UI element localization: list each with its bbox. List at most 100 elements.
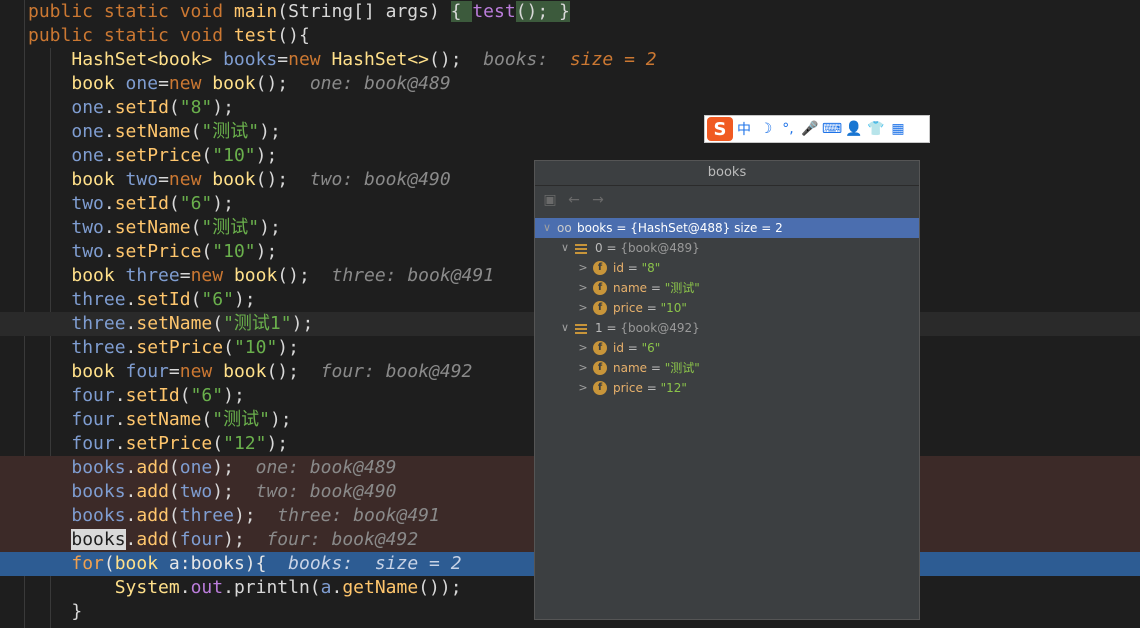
code-token: } bbox=[548, 1, 570, 22]
code-token: books bbox=[223, 49, 278, 70]
code-token: (); bbox=[515, 1, 549, 22]
code-token: new bbox=[168, 73, 213, 94]
expand-chevron-icon[interactable]: > bbox=[577, 258, 589, 278]
tree-node[interactable]: > f price = "10" bbox=[535, 298, 919, 318]
code-line[interactable]: public static void test(){ bbox=[0, 24, 1140, 48]
code-token: ){ bbox=[244, 553, 289, 574]
code-token: . bbox=[125, 505, 137, 526]
code-token: } bbox=[28, 601, 83, 622]
code-line[interactable]: HashSet<book> books=new HashSet<>(); boo… bbox=[0, 48, 1140, 72]
apps-icon[interactable]: ▦ bbox=[887, 117, 909, 141]
tree-node[interactable]: ∨ 1 = {book@492} bbox=[535, 318, 919, 338]
shirt-icon[interactable]: 👕 bbox=[865, 117, 887, 141]
code-token: ( bbox=[201, 145, 213, 166]
code-token: a bbox=[320, 577, 332, 598]
punctuation-icon[interactable]: °, bbox=[777, 117, 799, 141]
tree-node[interactable]: > f id = "6" bbox=[535, 338, 919, 358]
code-token: add bbox=[136, 481, 169, 502]
code-token: . bbox=[114, 385, 126, 406]
code-token: "12" bbox=[223, 433, 267, 454]
code-token: add bbox=[136, 505, 169, 526]
code-token: new bbox=[168, 169, 213, 190]
variable-value: "测试" bbox=[664, 281, 700, 295]
sogou-logo-icon[interactable]: S bbox=[707, 117, 733, 141]
code-token: test bbox=[233, 25, 278, 46]
ime-chinese-mode[interactable]: 中 bbox=[733, 117, 755, 141]
code-line[interactable]: one.setName("测试"); bbox=[0, 120, 1140, 144]
popup-toolbar: ▣ ← → bbox=[535, 186, 919, 214]
tree-node[interactable]: > f name = "测试" bbox=[535, 358, 919, 378]
tree-node[interactable]: ∨ oo books = {HashSet@488} size = 2 bbox=[535, 218, 919, 238]
code-token: ); bbox=[291, 313, 314, 334]
code-line[interactable]: public static void main(String[] args) {… bbox=[0, 0, 1140, 24]
equals-sign: = bbox=[647, 361, 665, 375]
code-token: HashSet<book> bbox=[71, 49, 224, 70]
code-token: . bbox=[331, 577, 343, 598]
variable-name: id bbox=[613, 341, 624, 355]
debug-variable-popup[interactable]: books ▣ ← → ∨ oo books = {HashSet@488} siz… bbox=[534, 160, 920, 620]
popup-title: books bbox=[535, 161, 919, 186]
moon-icon[interactable]: ☽ bbox=[755, 117, 777, 141]
user-icon[interactable]: 👤 bbox=[843, 117, 865, 141]
tree-node[interactable]: ∨ 0 = {book@489} bbox=[535, 238, 919, 258]
microphone-icon[interactable]: 🎤 bbox=[799, 117, 821, 141]
code-token: HashSet<> bbox=[331, 49, 430, 70]
code-token: . bbox=[103, 145, 115, 166]
expand-chevron-icon[interactable]: > bbox=[577, 378, 589, 398]
code-token: . bbox=[114, 409, 126, 430]
code-token: getName bbox=[342, 577, 419, 598]
code-token: "测试" bbox=[212, 409, 270, 430]
code-token: ); bbox=[259, 217, 281, 238]
expand-chevron-icon[interactable]: > bbox=[577, 338, 589, 358]
expand-chevron-icon[interactable]: > bbox=[577, 358, 589, 378]
variable-name: books bbox=[577, 221, 613, 235]
collapse-chevron-icon[interactable]: ∨ bbox=[541, 218, 553, 238]
code-token: static bbox=[103, 1, 180, 22]
code-token: ); bbox=[233, 289, 256, 310]
code-token: "测试" bbox=[201, 121, 260, 142]
inline-debug-value: four: book@492 bbox=[320, 361, 473, 382]
array-element-icon bbox=[575, 242, 587, 254]
code-token: "10" bbox=[212, 145, 256, 166]
pin-to-watches-icon[interactable]: ▣ bbox=[541, 191, 559, 209]
code-token: ); bbox=[255, 241, 278, 262]
tree-node[interactable]: > f name = "测试" bbox=[535, 278, 919, 298]
variable-value: "8" bbox=[641, 261, 661, 275]
code-line[interactable]: book one=new book(); one: book@489 bbox=[0, 72, 1140, 96]
code-line[interactable]: one.setId("8"); bbox=[0, 96, 1140, 120]
code-token: three bbox=[71, 337, 126, 358]
code-token: static bbox=[103, 25, 180, 46]
expand-chevron-icon[interactable]: > bbox=[577, 278, 589, 298]
tree-node-label: name = "测试" bbox=[613, 278, 700, 298]
variable-value: "10" bbox=[660, 301, 687, 315]
code-token: ( bbox=[179, 385, 191, 406]
collapse-chevron-icon[interactable]: ∨ bbox=[559, 318, 571, 338]
back-arrow-icon[interactable]: ← bbox=[565, 191, 583, 209]
code-token: one bbox=[71, 145, 104, 166]
code-token: ); bbox=[212, 457, 256, 478]
inline-debug-value: one: book@489 bbox=[255, 457, 397, 478]
code-token: new bbox=[288, 49, 332, 70]
expand-chevron-icon[interactable]: > bbox=[577, 298, 589, 318]
code-token: setId bbox=[125, 385, 180, 406]
code-token: . bbox=[125, 481, 137, 502]
code-token: . bbox=[103, 97, 115, 118]
code-token: ( bbox=[201, 241, 213, 262]
forward-arrow-icon[interactable]: → bbox=[589, 191, 607, 209]
equals-sign: = bbox=[642, 381, 661, 395]
tree-node[interactable]: > f price = "12" bbox=[535, 378, 919, 398]
tree-node[interactable]: > f id = "8" bbox=[535, 258, 919, 278]
keyboard-icon[interactable]: ⌨ bbox=[821, 117, 843, 141]
variable-name: name bbox=[613, 281, 648, 295]
code-token: (); bbox=[277, 265, 332, 286]
ime-toolbar[interactable]: S 中 ☽ °, 🎤 ⌨ 👤 👕 ▦ bbox=[704, 115, 930, 143]
inline-debug-value: three: book@491 bbox=[331, 265, 495, 286]
code-token: ); bbox=[212, 481, 256, 502]
inline-debug-value: books: size = 2 bbox=[288, 553, 462, 574]
collapse-chevron-icon[interactable]: ∨ bbox=[559, 238, 571, 258]
variable-value: "12" bbox=[660, 381, 687, 395]
